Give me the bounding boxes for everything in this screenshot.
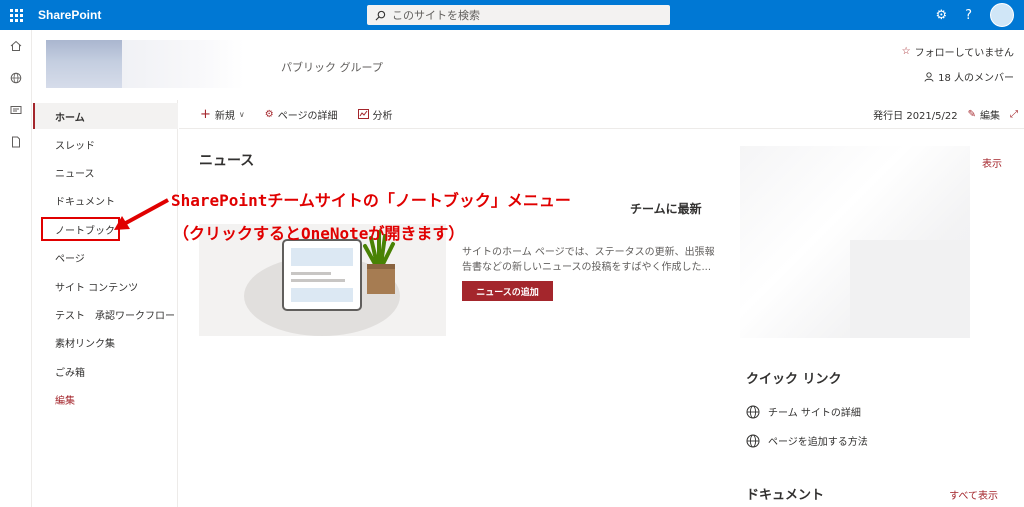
nav-item-home[interactable]: ホーム bbox=[33, 103, 178, 129]
star-icon: ☆ bbox=[901, 46, 911, 57]
news-card-description: サイトのホーム ページでは、ステータスの更新、出張報 告書などの新しいニュースの… bbox=[462, 245, 727, 275]
app-name[interactable]: SharePoint bbox=[38, 8, 101, 22]
search-box[interactable]: このサイトを検索 bbox=[367, 5, 670, 25]
published-date: 発行日 2021/5/22 bbox=[873, 111, 958, 122]
edit-page-button[interactable]: ✎ 編集 bbox=[968, 107, 1000, 122]
globe-icon bbox=[746, 405, 760, 418]
nav-item-recycle-bin[interactable]: ごみ箱 bbox=[33, 358, 178, 384]
help-icon[interactable]: ? bbox=[965, 8, 972, 23]
pencil-icon: ✎ bbox=[967, 109, 976, 120]
analytics-label: 分析 bbox=[372, 110, 393, 122]
analytics-button[interactable]: 分析 bbox=[357, 107, 393, 122]
site-title-blurred bbox=[122, 40, 244, 88]
nav-item-pages[interactable]: ページ bbox=[33, 244, 178, 270]
home-icon[interactable] bbox=[0, 30, 32, 62]
quick-link-label: チーム サイトの詳細 bbox=[768, 408, 861, 419]
new-label: 新規 bbox=[214, 110, 235, 122]
follow-label: フォローしていません bbox=[914, 48, 1014, 59]
expand-icon[interactable]: ⤢ bbox=[1010, 109, 1018, 120]
annotation-text-line2: （クリックするとOneNoteが開きます） bbox=[173, 224, 465, 243]
quick-link-label: ページを追加する方法 bbox=[768, 437, 868, 448]
news-section-title: ニュース bbox=[199, 153, 255, 169]
members-button[interactable]: 18 人のメンバー bbox=[924, 69, 1014, 84]
documents-show-all-link[interactable]: すべて表示 bbox=[949, 487, 998, 502]
app-launcher-button[interactable] bbox=[0, 0, 32, 30]
search-icon bbox=[375, 10, 386, 20]
command-bar: + 新規 ∨ ⚙ ページの詳細 分析 発行日 2021/5/22 ✎ 編集 ⤢ bbox=[179, 100, 1024, 129]
nav-item-test-workflow[interactable]: テスト 承認ワークフロー bbox=[33, 301, 178, 327]
annotation-arrow-icon bbox=[114, 198, 169, 230]
nav-item-news[interactable]: ニュース bbox=[33, 159, 178, 185]
blurred-webpart-sub bbox=[850, 240, 970, 338]
nav-item-site-contents[interactable]: サイト コンテンツ bbox=[33, 273, 178, 299]
members-label: 18 人のメンバー bbox=[938, 73, 1014, 84]
page-details-label: ページの詳細 bbox=[277, 110, 338, 122]
documents-title: ドキュメント bbox=[746, 488, 825, 503]
quick-links-title: クイック リンク bbox=[746, 372, 842, 387]
app-rail bbox=[0, 30, 32, 507]
gear-icon[interactable]: ⚙ bbox=[935, 8, 947, 23]
left-navigation: ホーム スレッド ニュース ドキュメント ノートブック ページ サイト コンテン… bbox=[33, 100, 178, 507]
follow-button[interactable]: ☆ フォローしていません bbox=[902, 44, 1014, 59]
news-card-headline[interactable]: チームに最新 bbox=[630, 200, 702, 217]
plus-icon: + bbox=[200, 106, 211, 122]
news-desc-line1: サイトのホーム ページでは、ステータスの更新、出張報 bbox=[462, 247, 715, 258]
search-placeholder: このサイトを検索 bbox=[392, 9, 480, 22]
nav-item-threads[interactable]: スレッド bbox=[33, 131, 178, 157]
annotation-text-line1: SharePointチームサイトの「ノートブック」メニュー bbox=[171, 191, 571, 210]
document-icon[interactable] bbox=[0, 126, 32, 158]
site-subtitle: パブリック グループ bbox=[281, 61, 383, 74]
globe-icon bbox=[746, 434, 760, 447]
nav-edit-link[interactable]: 編集 bbox=[33, 386, 178, 412]
new-button[interactable]: + 新規 ∨ bbox=[200, 107, 245, 122]
analytics-icon bbox=[357, 109, 369, 119]
avatar[interactable] bbox=[990, 3, 1014, 27]
chevron-down-icon: ∨ bbox=[238, 109, 245, 119]
news-show-link[interactable]: 表示 bbox=[982, 155, 1002, 170]
edit-page-label: 編集 bbox=[980, 111, 1000, 122]
person-icon bbox=[924, 71, 934, 82]
quick-link-add-page[interactable]: ページを追加する方法 bbox=[746, 433, 868, 448]
site-logo[interactable] bbox=[46, 40, 122, 88]
news-desc-line2: 告書などの新しいニュースの投稿をすばやく作成した... bbox=[462, 262, 712, 273]
suite-bar: SharePoint このサイトを検索 ⚙ ? bbox=[0, 0, 1024, 30]
gear-icon: ⚙ bbox=[264, 108, 274, 120]
add-news-button[interactable]: ニュースの追加 bbox=[462, 281, 553, 301]
news-icon[interactable] bbox=[0, 94, 32, 126]
globe-icon[interactable] bbox=[0, 62, 32, 94]
nav-item-material-links[interactable]: 素材リンク集 bbox=[33, 329, 178, 355]
quick-link-team-site[interactable]: チーム サイトの詳細 bbox=[746, 404, 861, 419]
page-details-button[interactable]: ⚙ ページの詳細 bbox=[265, 107, 338, 122]
waffle-icon bbox=[9, 8, 23, 22]
